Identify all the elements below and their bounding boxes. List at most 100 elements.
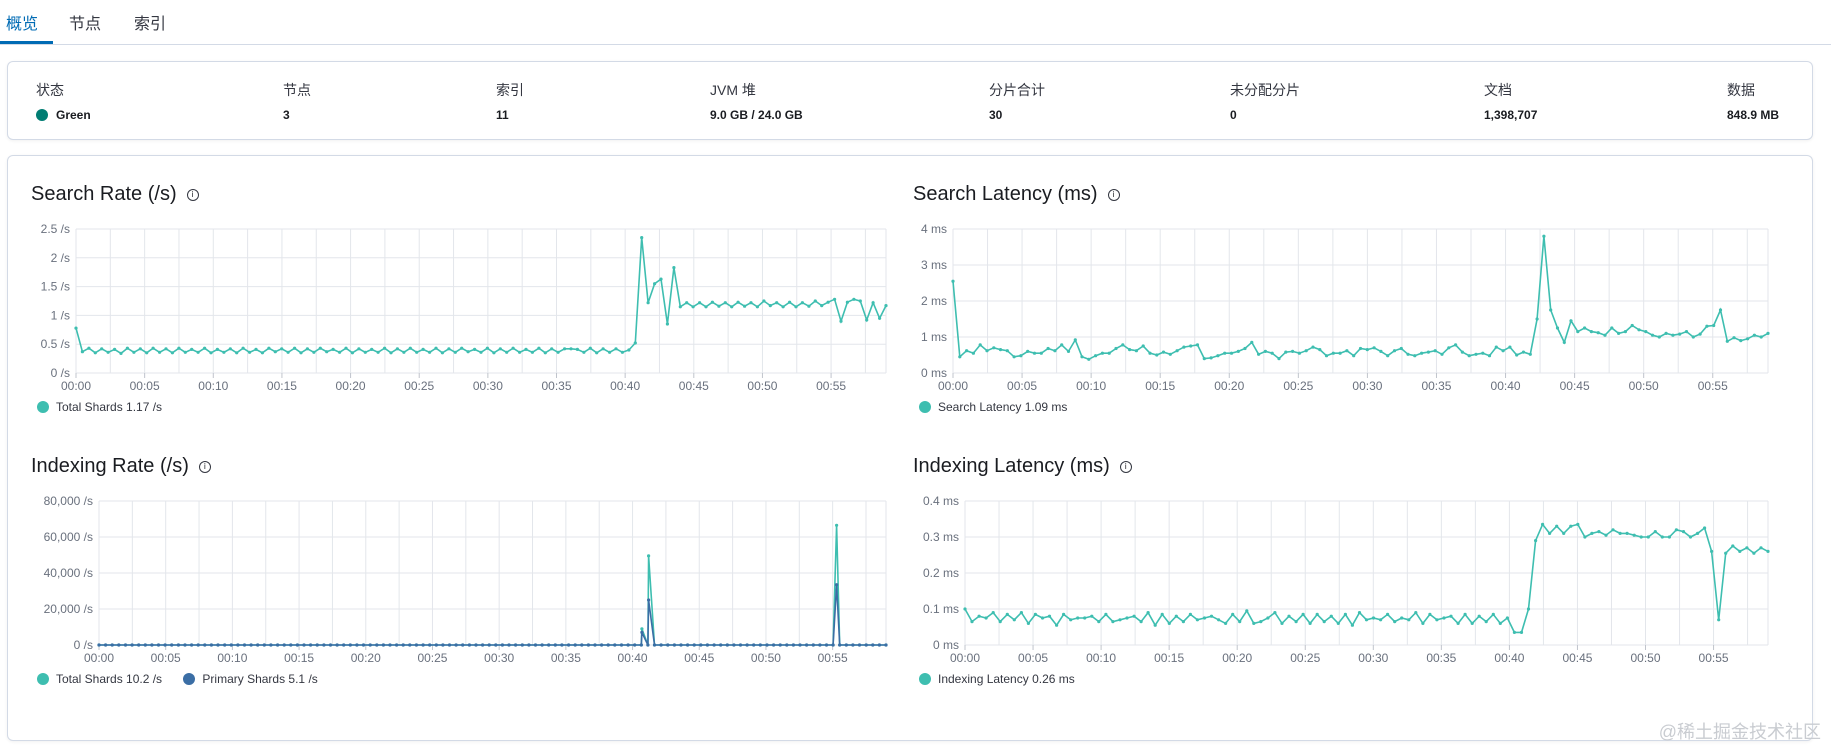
legend-item[interactable]: Primary Shards 5.1 /s	[183, 672, 318, 686]
stat-unassigned-shards: 未分配分片 0	[1230, 80, 1300, 122]
data-point	[1231, 612, 1235, 616]
data-point	[177, 346, 181, 350]
data-point	[176, 643, 180, 647]
data-point	[507, 643, 511, 647]
data-point	[639, 643, 643, 647]
data-point	[1421, 621, 1425, 625]
tab-indices[interactable]: 索引	[134, 10, 166, 34]
y-tick-label: 3 ms	[921, 258, 947, 272]
info-circle-icon[interactable]: i	[1107, 189, 1120, 201]
data-point	[851, 643, 855, 647]
x-tick-label: 00:50	[747, 379, 777, 393]
data-point	[679, 643, 683, 647]
stat-nodes-label: 节点	[283, 82, 311, 98]
data-point	[768, 304, 772, 308]
data-point	[1175, 349, 1179, 353]
data-point	[1012, 618, 1016, 622]
x-tick-label: 00:10	[1086, 651, 1116, 665]
data-point	[580, 643, 584, 647]
data-point	[1062, 612, 1066, 616]
data-point	[1732, 336, 1736, 340]
legend-item[interactable]: Indexing Latency 0.26 ms	[919, 672, 1075, 686]
data-point	[428, 350, 432, 354]
tab-nodes[interactable]: 节点	[69, 10, 101, 34]
data-point	[289, 643, 293, 647]
data-point	[762, 299, 766, 303]
data-point	[749, 301, 753, 305]
data-point	[143, 643, 147, 647]
data-point	[736, 300, 740, 304]
data-point	[1745, 546, 1749, 550]
stat-nodes-value: 3	[283, 108, 290, 122]
data-point	[691, 305, 695, 309]
data-point	[772, 643, 776, 647]
data-point	[1202, 616, 1207, 620]
legend-item[interactable]: Total Shards 1.17 /s	[37, 400, 162, 414]
y-tick-label: 0.1 ms	[923, 602, 959, 616]
data-point	[871, 301, 875, 305]
stat-jvm-value: 9.0 GB / 24.0 GB	[710, 108, 803, 122]
info-circle-icon[interactable]: i	[186, 189, 199, 201]
y-tick-label: 20,000 /s	[44, 602, 93, 616]
data-point	[461, 643, 465, 647]
data-point	[315, 643, 319, 647]
data-point	[588, 346, 592, 350]
data-point	[563, 347, 567, 351]
data-point	[524, 347, 528, 351]
data-point	[1725, 339, 1729, 343]
data-point	[527, 643, 531, 647]
x-tick-label: 00:40	[1491, 379, 1521, 393]
data-point	[619, 643, 624, 647]
data-point	[454, 643, 458, 647]
data-point	[1576, 522, 1580, 526]
data-point	[1440, 352, 1444, 356]
data-point	[798, 643, 802, 647]
x-tick-label: 00:05	[151, 651, 181, 665]
data-point	[1590, 531, 1594, 535]
data-point	[1521, 350, 1526, 354]
data-point	[698, 301, 702, 305]
data-point	[1094, 354, 1098, 358]
data-point	[1080, 355, 1084, 359]
data-point	[1318, 348, 1322, 352]
data-point	[1657, 335, 1661, 339]
legend-item[interactable]: Total Shards 10.2 /s	[37, 672, 162, 686]
data-point	[514, 643, 518, 647]
stat-indices: 索引 11	[496, 80, 524, 122]
data-point	[1738, 549, 1742, 553]
legend-item[interactable]: Search Latency 1.09 ms	[919, 400, 1067, 414]
data-point	[1287, 614, 1291, 618]
data-point	[692, 643, 696, 647]
info-circle-icon[interactable]: i	[198, 461, 211, 473]
data-point	[151, 346, 155, 350]
data-point	[505, 350, 509, 354]
data-point	[1467, 354, 1471, 358]
info-circle-icon[interactable]: i	[1119, 461, 1132, 473]
data-point	[1428, 612, 1432, 616]
tab-overview[interactable]: 概览	[6, 10, 38, 34]
data-point	[1646, 535, 1650, 539]
data-point	[1505, 616, 1509, 620]
data-point	[877, 643, 882, 647]
data-point	[865, 318, 869, 322]
data-point	[659, 643, 663, 647]
data-point	[293, 346, 297, 350]
data-point	[1710, 549, 1714, 553]
x-tick-label: 00:05	[130, 379, 160, 393]
data-point	[820, 304, 824, 308]
data-point	[1308, 621, 1312, 625]
data-point	[884, 643, 888, 647]
data-point	[1087, 357, 1091, 361]
data-point	[1555, 524, 1559, 528]
data-point	[1257, 352, 1261, 356]
x-tick-label: 00:15	[284, 651, 314, 665]
data-point	[1515, 353, 1519, 357]
data-point	[1433, 349, 1437, 353]
data-point	[653, 282, 657, 286]
data-point	[1491, 612, 1495, 616]
legend-label: Total Shards 1.17 /s	[56, 400, 163, 414]
data-point	[1125, 616, 1129, 620]
data-point	[1297, 351, 1301, 355]
data-point	[1060, 343, 1064, 347]
data-point	[608, 350, 612, 354]
